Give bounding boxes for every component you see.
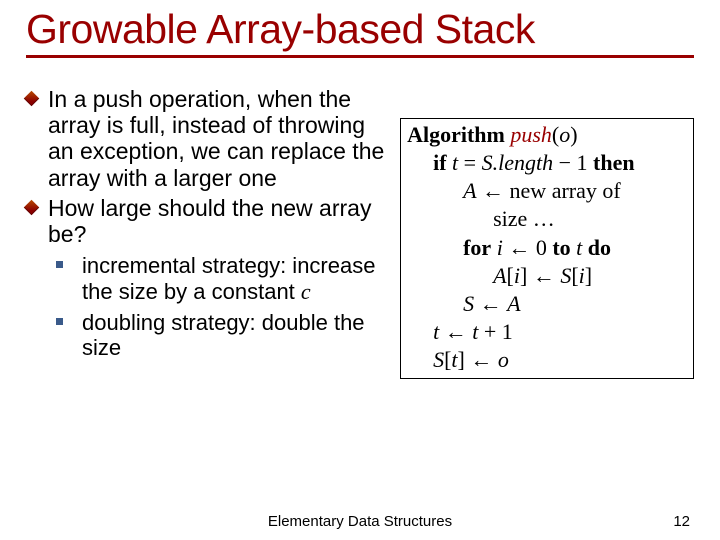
arrow: ← (477, 178, 510, 203)
sub-list: incremental strategy: increase the size … (26, 253, 392, 360)
slide-title: Growable Array-based Stack (26, 6, 694, 58)
zero: 0 (536, 235, 547, 260)
algo-st-o-line: S[t] ← o (407, 346, 687, 374)
footer-label: Elementary Data Structures (268, 513, 452, 530)
var-A: A (463, 178, 476, 203)
sub-text: incremental strategy: increase the size … (82, 253, 375, 303)
arrow2: ← (527, 263, 560, 288)
arrow5: ← (465, 347, 498, 372)
algo-newarray-2: size … (407, 205, 687, 233)
algo-newarray-1: A ← new array of (407, 177, 687, 205)
param-o: o (559, 122, 570, 147)
arrow: ← (503, 235, 536, 260)
slide: Growable Array-based Stack In a push ope… (0, 0, 720, 540)
lbr: [ (507, 263, 514, 288)
lbr2: [ (571, 263, 578, 288)
kw-then: then (593, 150, 635, 175)
minus: − (553, 150, 576, 175)
algo-for-line: for i ← 0 to t do (407, 234, 687, 262)
eq: = (458, 150, 481, 175)
sub-text: doubling strategy: double the size (82, 310, 365, 360)
rbr3: ] (458, 347, 465, 372)
sub-bullet-incremental: incremental strategy: increase the size … (56, 253, 392, 304)
arrow3: ← (474, 291, 507, 316)
var-S: S (482, 150, 493, 175)
var-A3: A (507, 291, 520, 316)
newarr2: size … (493, 206, 555, 231)
plus: + (478, 319, 501, 344)
kw-to: to (552, 235, 570, 260)
var-S3: S (463, 291, 474, 316)
var-c: c (301, 279, 311, 304)
sub-bullet-doubling: doubling strategy: double the size (56, 310, 392, 361)
slide-number: 12 (673, 513, 690, 530)
bullet-text: How large should the new array be? (48, 195, 371, 247)
var-o2: o (498, 347, 509, 372)
algo-t-inc-line: t ← t + 1 (407, 318, 687, 346)
bullet-text: In a push operation, when the array is f… (48, 86, 384, 191)
algo-if-line: if t = S.length − 1 then (407, 149, 687, 177)
var-A2: A (493, 263, 506, 288)
right-column: Algorithm push(o) if t = S.length − 1 th… (400, 86, 694, 379)
rp: ) (570, 122, 577, 147)
one: 1 (577, 150, 588, 175)
kw-for: for (463, 235, 491, 260)
kw-do: do (588, 235, 611, 260)
var-S2: S (560, 263, 571, 288)
fn-push: push (510, 122, 552, 147)
kw-if: if (433, 150, 446, 175)
arrow4: ← (439, 319, 472, 344)
main-list: In a push operation, when the array is f… (26, 86, 392, 247)
left-column: In a push operation, when the array is f… (26, 86, 392, 379)
rbr2: ] (585, 263, 592, 288)
algo-header: Algorithm push(o) (407, 121, 687, 149)
length: .length (493, 150, 554, 175)
body-wrap: In a push operation, when the array is f… (26, 86, 694, 379)
kw-algorithm: Algorithm (407, 122, 505, 147)
var-S4: S (433, 347, 444, 372)
newarr1: new array of (510, 178, 621, 203)
bullet-push-operation: In a push operation, when the array is f… (26, 86, 392, 191)
algo-copy-line: A[i] ← S[i] (407, 262, 687, 290)
bullet-how-large: How large should the new array be? (26, 195, 392, 247)
var-t2: t (576, 235, 582, 260)
one2: 1 (502, 319, 513, 344)
algo-s-a-line: S ← A (407, 290, 687, 318)
algorithm-box: Algorithm push(o) if t = S.length − 1 th… (400, 118, 694, 379)
